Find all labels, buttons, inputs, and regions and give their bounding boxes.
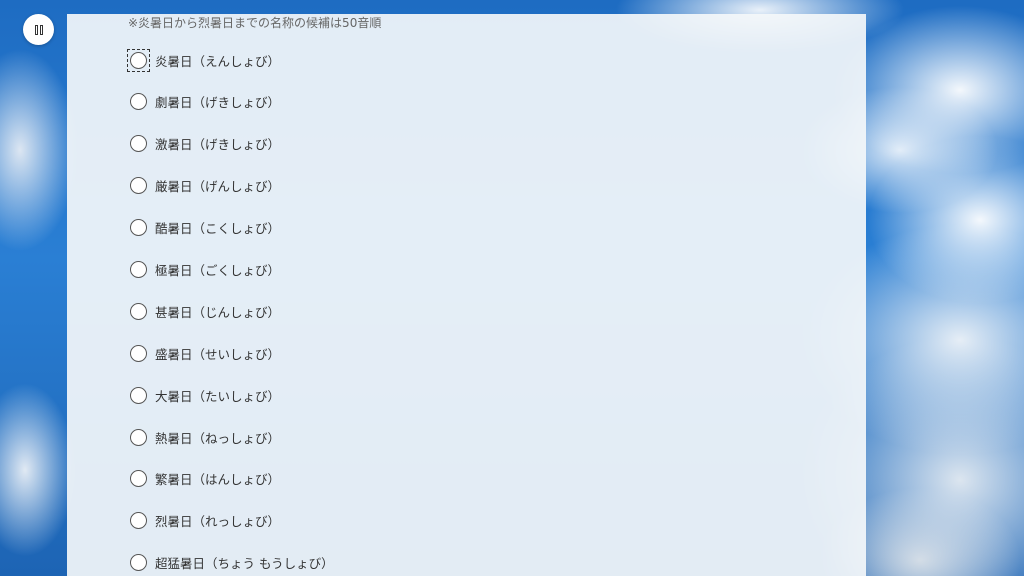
option-label: 繁暑日（はんしょび） [155,472,281,488]
radio-circle-icon [130,219,147,237]
option-hanshobi[interactable]: 繁暑日（はんしょび） [128,467,334,491]
option-label: 劇暑日（げきしょび） [155,95,281,111]
radio-circle-icon [130,51,147,69]
radio-nesshobi[interactable] [128,427,149,448]
option-label: 酷暑日（こくしょび） [155,221,281,237]
option-nesshobi[interactable]: 熱暑日（ねっしょび） [128,425,334,449]
option-gokushobi[interactable]: 極暑日（ごくしょび） [128,257,334,281]
option-taishobi[interactable]: 大暑日（たいしょび） [128,383,334,407]
option-label: 超猛暑日（ちょう もうしょび） [155,556,334,572]
option-label: 烈暑日（れっしょび） [155,514,281,530]
option-seishobi[interactable]: 盛暑日（せいしょび） [128,341,334,365]
radio-jinshobi[interactable] [128,301,149,322]
option-gekishobi-1[interactable]: 劇暑日（げきしょび） [128,90,334,114]
radio-circle-icon [130,177,147,195]
radio-enshobi[interactable] [127,48,150,72]
radio-circle-icon [130,135,147,153]
radio-gekishobi-1[interactable] [128,91,149,112]
option-resshobi[interactable]: 烈暑日（れっしょび） [128,509,334,533]
radio-taishobi[interactable] [128,385,149,406]
pause-button[interactable] [23,14,54,45]
option-label: 熱暑日（ねっしょび） [155,430,281,446]
option-label: 厳暑日（げんしょび） [155,179,281,195]
option-label: 甚暑日（じんしょび） [155,304,281,320]
option-gekishobi-2[interactable]: 激暑日（げきしょび） [128,132,334,156]
option-genshobi[interactable]: 厳暑日（げんしょび） [128,174,334,198]
option-label: 炎暑日（えんしょび） [155,53,281,69]
radio-seishobi[interactable] [128,343,149,364]
option-chomoshobi[interactable]: 超猛暑日（ちょう もうしょび） [128,551,334,575]
pause-icon-bar [39,24,43,35]
radio-resshobi[interactable] [128,510,149,531]
pause-icon [34,24,38,35]
radio-hanshobi[interactable] [128,468,149,489]
radio-circle-icon [130,554,147,572]
radio-gekishobi-2[interactable] [128,133,149,154]
option-enshobi[interactable]: 炎暑日（えんしょび） [127,48,334,72]
radio-gokushobi[interactable] [128,259,149,280]
radio-kokushobi[interactable] [128,217,149,238]
radio-circle-icon [130,260,147,278]
radio-circle-icon [130,344,147,362]
radio-circle-icon [130,93,147,111]
radio-circle-icon [130,428,147,446]
radio-circle-icon [130,386,147,404]
option-label: 大暑日（たいしょび） [155,388,281,404]
order-note: ※炎暑日から烈暑日までの名称の候補は50音順 [128,16,382,30]
radio-chomoshobi[interactable] [128,552,149,573]
radio-circle-icon [130,470,147,488]
option-label: 極暑日（ごくしょび） [155,262,281,278]
options-list: 炎暑日（えんしょび） 劇暑日（げきしょび） 激暑日（げきしょび） 厳暑日（げんし… [127,48,334,576]
option-label: 激暑日（げきしょび） [155,137,281,153]
option-label: 盛暑日（せいしょび） [155,346,281,362]
radio-circle-icon [130,512,147,530]
radio-genshobi[interactable] [128,175,149,196]
option-jinshobi[interactable]: 甚暑日（じんしょび） [128,299,334,323]
radio-circle-icon [130,302,147,320]
option-kokushobi[interactable]: 酷暑日（こくしょび） [128,216,334,240]
